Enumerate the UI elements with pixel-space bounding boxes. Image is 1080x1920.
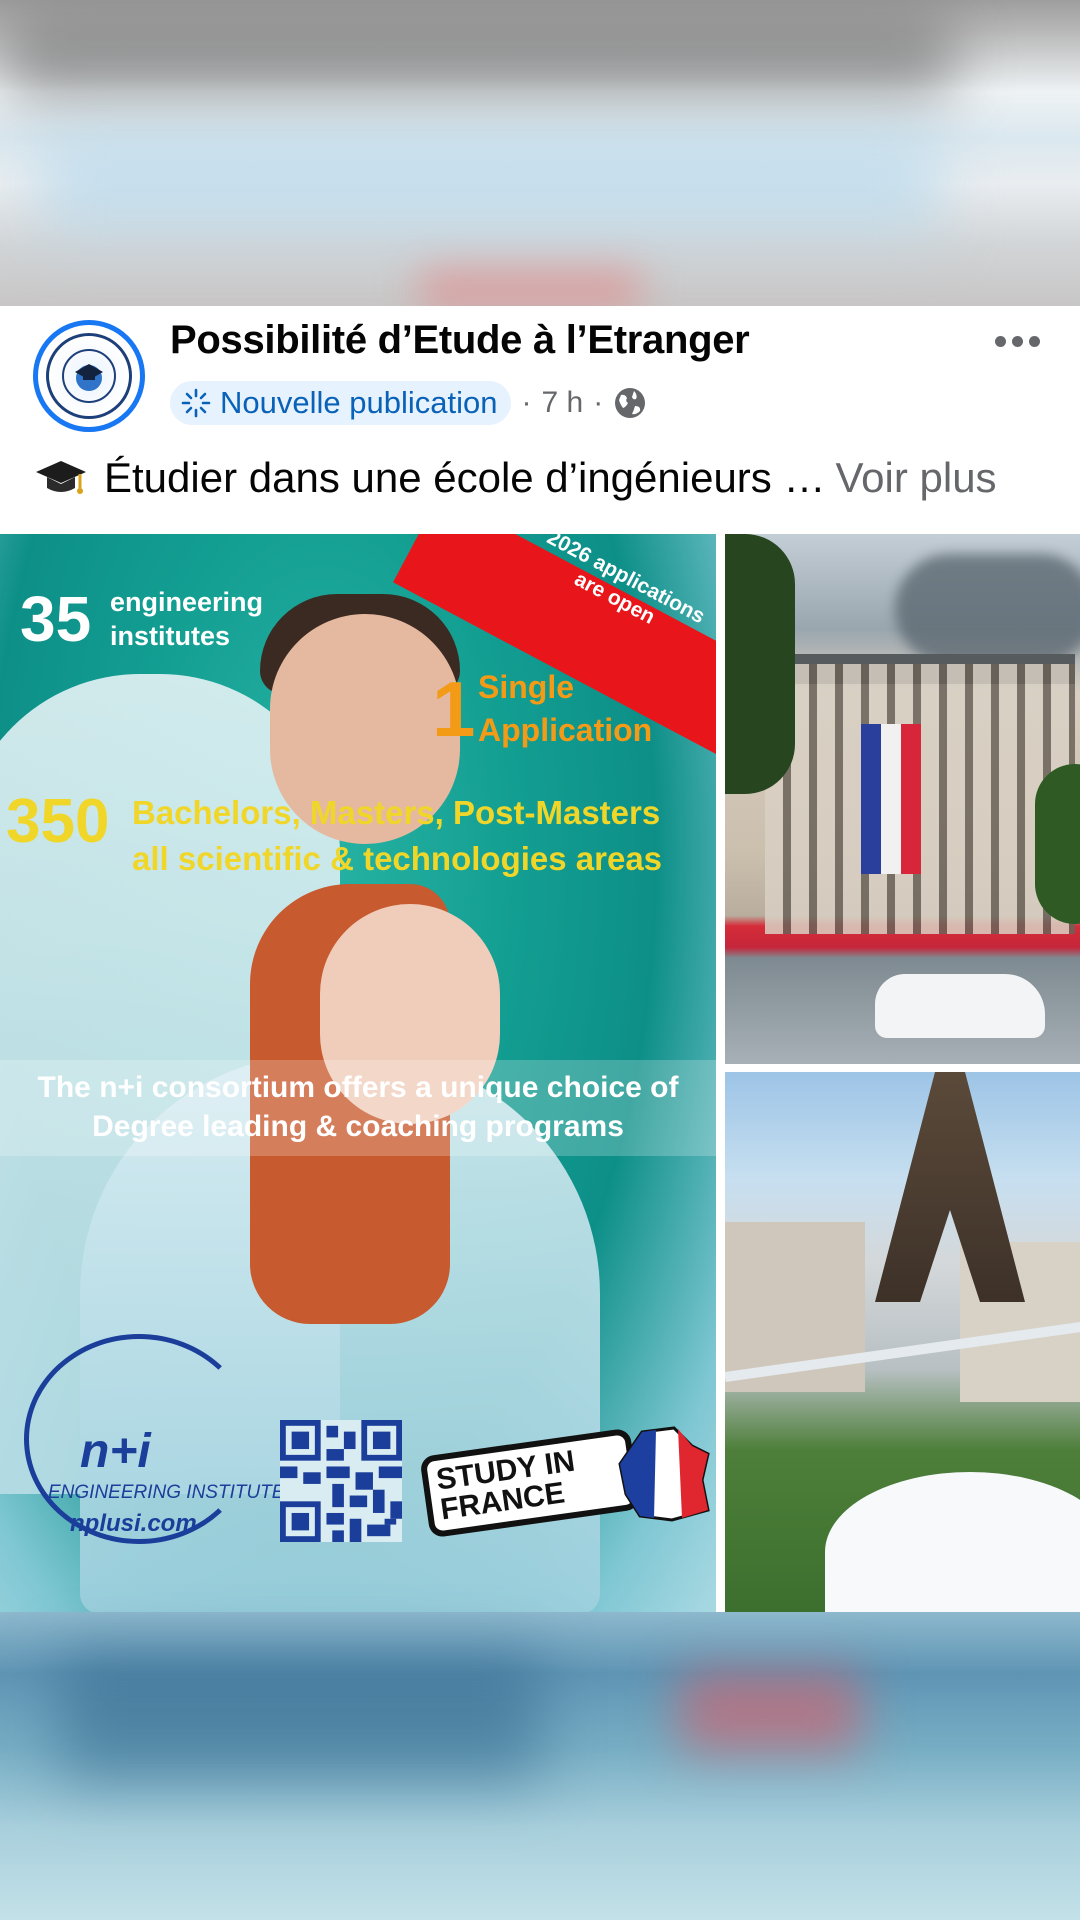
consortium-text: The n+i consortium offers a unique choic… — [37, 1071, 679, 1143]
photo-paris-building[interactable] — [725, 534, 1080, 1064]
photo-grid: 2026 applications are open 35 engineerin… — [0, 534, 1080, 1612]
page-name-link[interactable]: Possibilité d’Etude à l’Etranger — [170, 318, 750, 363]
globe-icon[interactable] — [613, 386, 647, 420]
blurred-background-top — [0, 0, 1080, 310]
meta-separator: · — [521, 386, 532, 419]
see-more-link[interactable]: Voir plus — [835, 454, 996, 502]
post-caption: Étudier dans une école d’ingénieurs … Vo… — [34, 454, 997, 502]
new-post-badge-label: Nouvelle publication — [220, 385, 498, 420]
post-timestamp[interactable]: 7 h — [541, 386, 583, 420]
ni-logo-subtitle: ENGINEERING INSTITUTE — [48, 1482, 285, 1503]
page-avatar-logo — [46, 333, 132, 419]
study-in-france-logo: STUDY IN FRANCE — [419, 1424, 714, 1539]
new-post-badge[interactable]: Nouvelle publication — [170, 381, 512, 425]
ni-logo-url: nplusi.com — [70, 1510, 197, 1537]
france-map-flag-icon — [618, 1426, 710, 1522]
institutes-label: engineering institutes — [110, 587, 264, 651]
meta-separator: · — [593, 386, 604, 419]
programs-count: 350 — [6, 787, 110, 856]
single-application-count: 1 — [432, 665, 476, 753]
programs-label: Bachelors, Masters, Post-Masters all sci… — [132, 794, 663, 877]
more-options-icon[interactable] — [995, 336, 1040, 347]
single-application-label: Single Application — [478, 669, 653, 749]
qr-code — [280, 1420, 402, 1542]
post-card: Possibilité d’Etude à l’Etranger Nouvell… — [0, 306, 1080, 1612]
post-meta: Nouvelle publication · 7 h · — [170, 380, 647, 426]
page-avatar[interactable] — [33, 320, 145, 432]
ni-logo-text: n+i — [80, 1425, 151, 1478]
institutes-count: 35 — [20, 583, 92, 655]
blurred-background-bottom — [0, 1612, 1080, 1920]
sparkle-icon — [181, 388, 211, 418]
caption-text: Étudier dans une école d’ingénieurs … — [104, 454, 826, 501]
graduation-cap-icon — [36, 461, 86, 494]
photo-eiffel-tower-breakfast[interactable] — [725, 1072, 1080, 1612]
photo-main[interactable]: 2026 applications are open 35 engineerin… — [0, 534, 716, 1612]
